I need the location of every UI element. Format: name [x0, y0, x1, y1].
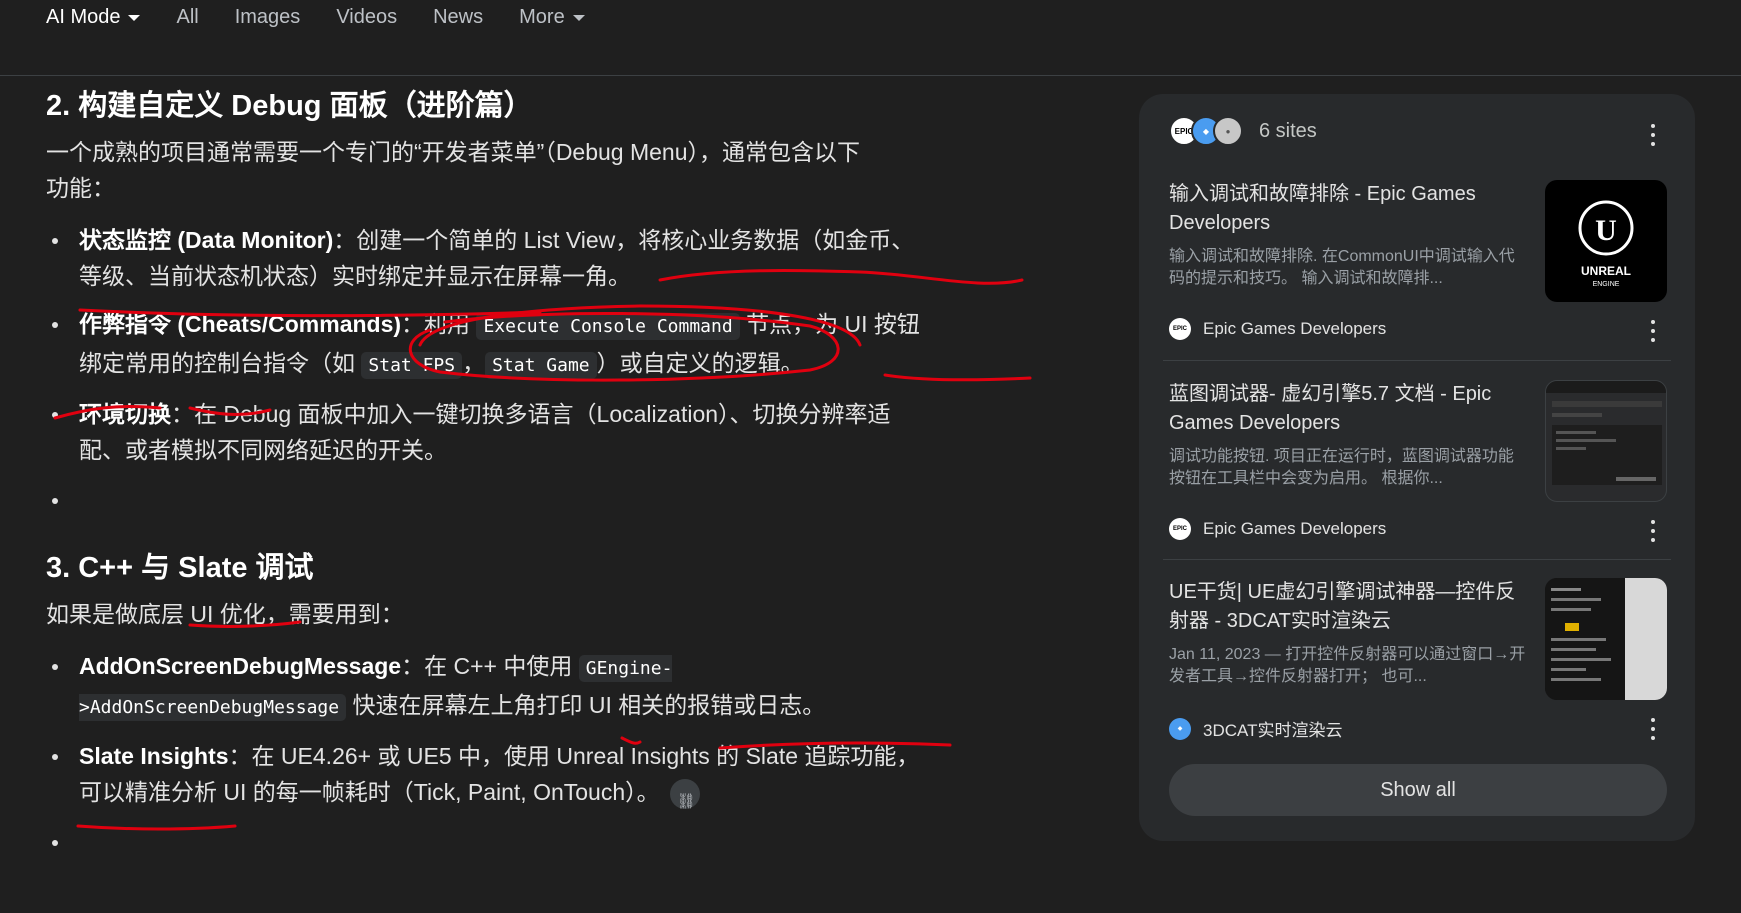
tab-label: AI Mode: [46, 6, 121, 28]
list-item: 状态监控 (Data Monitor)：创建一个简单的 List View，将核…: [46, 222, 926, 294]
list-item: AddOnScreenDebugMessage：在 C++ 中使用 GEngin…: [46, 648, 926, 726]
list-item: 作弊指令 (Cheats/Commands)：利用 Execute Consol…: [46, 306, 926, 384]
tab-ai-mode[interactable]: AI Mode: [46, 6, 141, 29]
tab-label: Images: [234, 6, 301, 28]
source-favicons: EPIC ◆ ●: [1169, 116, 1243, 146]
tab-news[interactable]: News: [433, 6, 483, 29]
more-options-icon[interactable]: [1650, 320, 1656, 342]
section-2-intro: 一个成熟的项目通常需要一个专门的“开发者菜单”（Debug Menu），通常包含…: [46, 139, 861, 201]
chevron-down-icon: [128, 14, 141, 21]
inline-code: Stat Game: [485, 352, 597, 379]
thumbnail-graphic: [1545, 578, 1667, 700]
tab-label: More: [519, 6, 565, 28]
source-card[interactable]: 蓝图调试器- 虚幻引擎5.7 文档 - Epic Games Developer…: [1169, 380, 1667, 550]
item-title: 作弊指令 (Cheats/Commands): [79, 311, 402, 337]
list-item: Slate Insights：在 UE4.26+ 或 UE5 中，使用 Unre…: [46, 738, 926, 819]
card-source[interactable]: ◆ 3DCAT实时渲染云: [1169, 716, 1342, 741]
sites-count: 6 sites: [1259, 119, 1317, 142]
site-favicon-icon: ●: [1213, 116, 1243, 146]
section-3-list: AddOnScreenDebugMessage：在 C++ 中使用 GEngin…: [46, 648, 926, 860]
tab-all[interactable]: All: [176, 6, 198, 29]
item-title: 状态监控 (Data Monitor): [79, 227, 334, 253]
item-title: Slate Insights: [79, 743, 229, 769]
list-item: 环境切换：在 Debug 面板中加入一键切换多语言（Localization）、…: [46, 396, 926, 468]
epic-games-icon: EPIC: [1169, 518, 1191, 540]
section-2-heading: 2. 构建自定义 Debug 面板（进阶篇）: [46, 90, 533, 122]
card-description: 输入调试和故障排除. 在CommonUI中调试输入代码的提示和技巧。 输入调试和…: [1169, 248, 1515, 287]
widget-reflector-thumbnail: [1545, 578, 1667, 700]
source-card[interactable]: UE干货| UE虚幻引擎调试神器—控件反射器 - 3DCAT实时渲染云 Jan …: [1169, 578, 1667, 748]
more-options-icon[interactable]: [1650, 124, 1656, 146]
tab-more[interactable]: More: [519, 6, 585, 29]
item-text: ）或自定义的逻辑。: [596, 350, 804, 376]
divider: [1163, 360, 1671, 361]
source-name: Epic Games Developers: [1203, 519, 1387, 538]
ai-answer-content: 2. 构建自定义 Debug 面板（进阶篇） 一个成熟的项目通常需要一个专门的“…: [46, 84, 1046, 860]
chevron-down-icon: [572, 14, 585, 21]
inline-code: Stat FPS: [361, 352, 463, 379]
card-title[interactable]: 蓝图调试器- 虚幻引擎5.7 文档 - Epic Games Developer…: [1169, 380, 1529, 438]
3dcat-icon: ◆: [1169, 717, 1191, 740]
item-title: AddOnScreenDebugMessage: [79, 653, 402, 679]
more-options-icon[interactable]: [1650, 718, 1656, 740]
item-text: ：在 C++ 中使用: [401, 653, 579, 679]
empty-list-item: [46, 824, 926, 860]
card-title[interactable]: UE干货| UE虚幻引擎调试神器—控件反射器 - 3DCAT实时渲染云: [1169, 578, 1529, 636]
sources-header[interactable]: EPIC ◆ ● 6 sites: [1169, 116, 1317, 146]
search-mode-tabs: AI Mode All Images Videos News More: [46, 6, 621, 29]
unreal-engine-logo-icon: U UNREAL ENGINE: [1545, 180, 1667, 302]
tab-images[interactable]: Images: [235, 6, 301, 29]
top-navigation-bar: AI Mode All Images Videos News More: [0, 0, 1741, 76]
more-options-icon[interactable]: [1650, 520, 1656, 542]
link-icon[interactable]: [669, 778, 700, 819]
show-all-button[interactable]: Show all: [1169, 764, 1667, 816]
logo-text: UNREAL: [1581, 264, 1631, 278]
empty-list-item: [46, 482, 926, 518]
section-3-intro: 如果是做底层 UI 优化，需要用到：: [46, 601, 404, 627]
tab-label: News: [433, 6, 484, 28]
item-text: ：利用: [401, 311, 477, 337]
logo-text: ENGINE: [1593, 281, 1620, 288]
blueprint-debugger-thumbnail: [1545, 380, 1667, 502]
source-card[interactable]: 输入调试和故障排除 - Epic Games Developers 输入调试和故…: [1169, 180, 1667, 350]
source-name: 3DCAT实时渲染云: [1203, 721, 1343, 740]
source-name: Epic Games Developers: [1203, 319, 1387, 338]
divider: [1163, 559, 1671, 560]
unreal-logo-graphic: U UNREAL ENGINE: [1578, 200, 1634, 288]
inline-code: Execute Console Command: [476, 313, 740, 340]
thumbnail-graphic: [1546, 381, 1666, 485]
item-title: 环境切换: [79, 401, 171, 427]
card-source[interactable]: EPIC Epic Games Developers: [1169, 518, 1386, 540]
card-description: Jan 11, 2023 — 打开控件反射器可以通过窗口→开发者工具→控件反射器…: [1169, 646, 1526, 685]
item-text: 快速在屏幕左上角打印 UI 相关的报错或日志。: [346, 692, 826, 718]
tab-videos[interactable]: Videos: [336, 6, 397, 29]
card-description: 调试功能按钮. 项目正在运行时，蓝图调试器功能按钮在工具栏中会变为启用。 根据你…: [1169, 448, 1514, 487]
sources-panel: EPIC ◆ ● 6 sites 输入调试和故障排除 - Epic Games …: [1139, 94, 1695, 841]
tab-label: Videos: [336, 6, 398, 28]
card-source[interactable]: EPIC Epic Games Developers: [1169, 318, 1386, 340]
epic-games-icon: EPIC: [1169, 318, 1191, 340]
svg-text:U: U: [1595, 214, 1617, 247]
card-title[interactable]: 输入调试和故障排除 - Epic Games Developers: [1169, 180, 1529, 238]
item-text: ：在 Debug 面板中加入一键切换多语言（Localization）、切换分辨…: [79, 401, 891, 463]
section-3-heading: 3. C++ 与 Slate 调试: [46, 552, 314, 584]
tab-label: All: [176, 6, 199, 28]
section-2-list: 状态监控 (Data Monitor)：创建一个简单的 List View，将核…: [46, 222, 926, 518]
item-text: ，: [462, 350, 486, 376]
